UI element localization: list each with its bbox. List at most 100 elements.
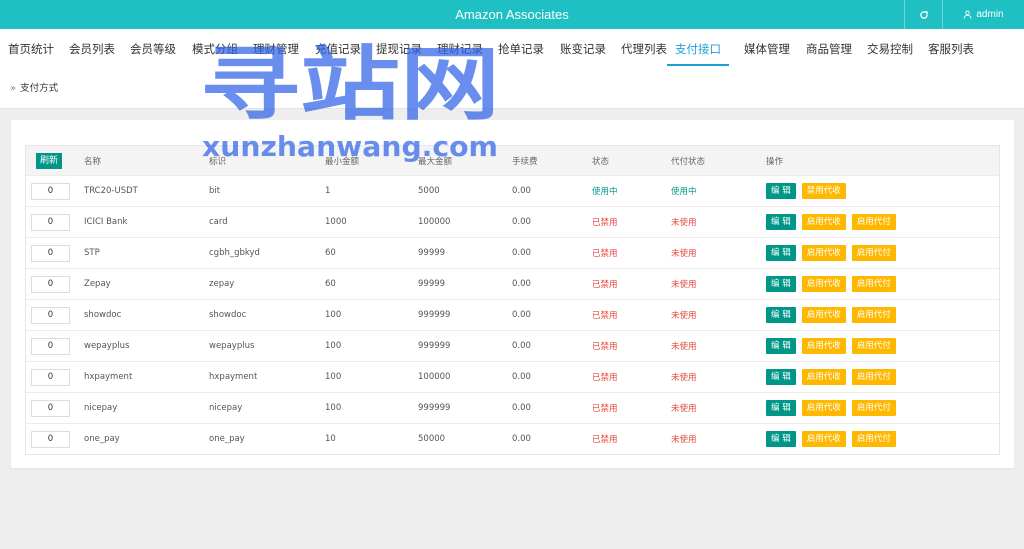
- sort-cell: [31, 362, 70, 392]
- code-cell: bit: [209, 186, 221, 196]
- sort-order-input[interactable]: [31, 213, 70, 231]
- code-cell: zepay: [209, 279, 235, 289]
- actions-cell: 编 辑启用代收 启用代付: [766, 424, 902, 454]
- fee-cell: 0.00: [512, 248, 531, 258]
- max-cell: 99999: [418, 248, 446, 258]
- sort-cell: [31, 269, 70, 299]
- column-header: 标识: [209, 156, 227, 167]
- column-header: 名称: [84, 156, 102, 167]
- tab-7[interactable]: 提现记录: [376, 29, 422, 66]
- edit-button[interactable]: 编 辑: [766, 245, 796, 261]
- sort-order-input[interactable]: [31, 275, 70, 293]
- sort-order-input[interactable]: [31, 430, 70, 448]
- tab-11[interactable]: 代理列表: [621, 29, 667, 66]
- name-cell: STP: [84, 248, 100, 258]
- toggle-payout-button[interactable]: 启用代付: [851, 338, 896, 354]
- toggle-collect-button[interactable]: 启用代收: [801, 431, 846, 447]
- payout-cell: 未使用: [671, 342, 697, 352]
- header-cell-refresh: 刷新: [36, 146, 63, 175]
- code-cell: nicepay: [209, 403, 243, 413]
- refresh-page-button[interactable]: [904, 0, 942, 29]
- table-row: ICICI Bankcard10001000000.00已禁用未使用编 辑启用代…: [26, 206, 999, 237]
- min-cell: 10: [325, 434, 336, 444]
- edit-button[interactable]: 编 辑: [766, 214, 796, 230]
- max-cell: 999999: [418, 341, 451, 351]
- name-cell: Zepay: [84, 279, 111, 289]
- tab-3[interactable]: 会员等级: [130, 29, 176, 66]
- tab-9[interactable]: 抢单记录: [498, 29, 544, 66]
- code-cell: card: [209, 217, 228, 227]
- min-cell: 100: [325, 310, 342, 320]
- edit-button[interactable]: 编 辑: [766, 183, 796, 199]
- toggle-payout-button[interactable]: 启用代付: [851, 276, 896, 292]
- sort-order-input[interactable]: [31, 368, 70, 386]
- name-cell: ICICI Bank: [84, 217, 128, 227]
- toggle-payout-button[interactable]: 启用代付: [851, 307, 896, 323]
- edit-button[interactable]: 编 辑: [766, 431, 796, 447]
- tab-13[interactable]: 媒体管理: [744, 29, 790, 66]
- actions-cell: 编 辑启用代收 启用代付: [766, 300, 902, 330]
- toggle-collect-button[interactable]: 启用代收: [801, 400, 846, 416]
- toggle-payout-button[interactable]: 启用代付: [851, 400, 896, 416]
- tab-8[interactable]: 理财记录: [437, 29, 483, 66]
- toggle-collect-button[interactable]: 启用代收: [801, 307, 846, 323]
- toggle-collect-button[interactable]: 启用代收: [801, 338, 846, 354]
- tab-16[interactable]: 客服列表: [928, 29, 974, 66]
- actions-cell: 编 辑启用代收 启用代付: [766, 207, 902, 237]
- edit-button[interactable]: 编 辑: [766, 400, 796, 416]
- min-cell: 60: [325, 248, 336, 258]
- user-menu[interactable]: admin: [942, 0, 1024, 29]
- edit-button[interactable]: 编 辑: [766, 276, 796, 292]
- min-cell: 100: [325, 372, 342, 382]
- edit-button[interactable]: 编 辑: [766, 307, 796, 323]
- sort-order-input[interactable]: [31, 244, 70, 262]
- refresh-table-button[interactable]: 刷新: [36, 152, 63, 169]
- tab-15[interactable]: 交易控制: [867, 29, 913, 66]
- status-cell: 已禁用: [592, 373, 618, 383]
- payout-cell: 未使用: [671, 280, 697, 290]
- tab-2[interactable]: 会员列表: [69, 29, 115, 66]
- max-cell: 100000: [418, 217, 451, 227]
- code-cell: cgbh_gbkyd: [209, 248, 260, 258]
- toggle-collect-button[interactable]: 启用代收: [801, 276, 846, 292]
- toggle-collect-button[interactable]: 启用代收: [801, 369, 846, 385]
- tab-12[interactable]: 支付接口: [667, 29, 729, 66]
- toggle-payout-button[interactable]: 启用代付: [851, 245, 896, 261]
- toggle-collect-button[interactable]: 启用代收: [801, 245, 846, 261]
- name-cell: showdoc: [84, 310, 122, 320]
- payment-table: 刷新 名称 标识 最小金额 最大金额 手续费 状态 代付状态 操作 TRC20-USDT bit 1 5…: [25, 145, 1000, 455]
- table-row: Zepay zepay 60 99999 0.00 已禁用 未使用 编 辑启用代收启用代付: [26, 268, 999, 299]
- tab-5[interactable]: 理财管理: [253, 29, 299, 66]
- toggle-payout-button[interactable]: 启用代付: [851, 214, 896, 230]
- column-header: 代付状态: [671, 156, 706, 167]
- sort-cell: [31, 176, 70, 206]
- payout-cell: 未使用: [671, 218, 697, 228]
- status-cell: 已禁用: [592, 218, 618, 228]
- toggle-collect-button[interactable]: 禁用代收: [801, 183, 846, 199]
- toggle-payout-button[interactable]: 启用代付: [851, 369, 896, 385]
- toggle-payout-button[interactable]: 启用代付: [851, 431, 896, 447]
- min-cell: 1: [325, 186, 331, 196]
- sort-order-input[interactable]: [31, 337, 70, 355]
- table-row: wepayplus wepayplus 100 999999 0.00 已禁用 未使用 编 辑…: [26, 330, 999, 361]
- fee-cell: 0.00: [512, 186, 531, 196]
- double-chevron-icon: »: [10, 83, 17, 94]
- max-cell: 100000: [418, 372, 451, 382]
- sort-order-input[interactable]: [31, 399, 70, 417]
- table-header: 刷新 名称 标识 最小金额 最大金额 手续费 状态 代付状态 操作: [26, 146, 999, 175]
- tab-6[interactable]: 充值记录: [315, 29, 361, 66]
- min-cell: 100: [325, 341, 342, 351]
- toggle-collect-button[interactable]: 启用代收: [801, 214, 846, 230]
- tab-14[interactable]: 商品管理: [806, 29, 852, 66]
- breadcrumb: » 支付方式: [0, 69, 1024, 109]
- payout-cell: 未使用: [671, 404, 697, 414]
- user-icon: [964, 10, 972, 19]
- sort-order-input[interactable]: [31, 182, 70, 200]
- edit-button[interactable]: 编 辑: [766, 338, 796, 354]
- edit-button[interactable]: 编 辑: [766, 369, 796, 385]
- tab-10[interactable]: 账变记录: [560, 29, 606, 66]
- tab-1[interactable]: 首页统计: [8, 29, 54, 66]
- tab-4[interactable]: 模式分组: [192, 29, 238, 66]
- max-cell: 999999: [418, 403, 451, 413]
- sort-order-input[interactable]: [31, 306, 70, 324]
